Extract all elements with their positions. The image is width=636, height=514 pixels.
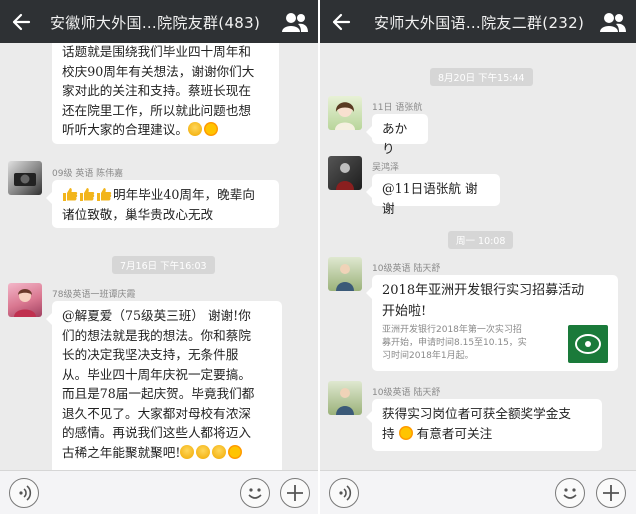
link-description: 亚洲开发银行2018年第一次实习招 募开始，申请时间8.15至10.15，实 习… [382, 324, 552, 363]
message-line: 校庆90周年有关想法，谢谢你们大 [62, 63, 255, 79]
message-bubble[interactable]: @11日语张航 谢谢 [366, 174, 500, 216]
message-line: @解夏爱（75级英三班） 谢谢!你 [62, 308, 251, 323]
timestamp-divider: 8月20日 下午15:44 [430, 68, 533, 86]
cartoon-girl-icon [335, 102, 355, 130]
thumbs-up-icon [63, 188, 78, 201]
more-button[interactable] [280, 478, 310, 508]
thumbs-up-icon [97, 188, 112, 201]
emoji-button[interactable] [240, 478, 270, 508]
link-desc-line: 募开始，申请时间8.15至10.15，实 [382, 338, 527, 348]
right-input-bar [320, 470, 636, 514]
message-bubble[interactable]: 话题就是围绕我们毕业四十周年和 校庆90周年有关想法，谢谢你们大 家对此的关注和… [52, 43, 279, 144]
voice-icon [339, 485, 352, 501]
emoji-button[interactable] [555, 478, 585, 508]
chat-title: 安徽师大外国…院院友群(483) [50, 14, 261, 32]
back-arrow-icon[interactable] [330, 11, 352, 33]
avatar[interactable] [328, 96, 362, 130]
back-arrow-icon[interactable] [10, 11, 32, 33]
sender-name: 11日 语张航 [372, 103, 423, 113]
message-line: あかり [382, 121, 408, 156]
message-line: 获得实习岗位者可获全额奖学金支 [382, 406, 571, 421]
sender-name: 10级英语 陆天舒 [372, 264, 441, 274]
left-chat-window: 安徽师大外国…院院友群(483) 话题就是围绕我们毕业四十周年和 校庆90周年有… [0, 0, 318, 514]
message-bubble[interactable]: 获得实习岗位者可获全额奖学金支 持 有意者可关注 [366, 399, 602, 451]
avatar[interactable] [8, 283, 42, 317]
avatar[interactable] [328, 156, 362, 190]
message-line: 古稀之年能聚就聚吧! [62, 444, 181, 460]
right-chat-window: 安师大外国语…院友二群(232) 8月20日 下午15:44 11日 语张航 あ… [320, 0, 636, 514]
avatar[interactable] [8, 161, 42, 195]
message-line: 们的想法就是我的想法。你和蔡院 [62, 327, 251, 343]
smiley-icon [248, 488, 262, 499]
chat-title: 安师大外国语…院友二群(232) [374, 14, 585, 32]
voice-icon [19, 485, 32, 501]
group-members-icon[interactable] [282, 11, 308, 33]
link-card[interactable]: 2018年亚洲开发银行实习招募活动 开始啦! 亚洲开发银行2018年第一次实习招… [366, 275, 618, 371]
message-line: 听听大家的合理建议。 [62, 122, 188, 137]
person-photo-icon [336, 163, 354, 190]
message-line: 话题就是围绕我们毕业四十周年和 [62, 44, 251, 59]
voice-button[interactable] [329, 478, 359, 508]
message-line: 家对此的关注和支持。蔡班长现在 [62, 83, 251, 98]
avatar[interactable] [328, 381, 362, 415]
message-line: 退久不见了。大家都对母校有浓深 [62, 405, 251, 421]
adb-logo-icon [575, 334, 601, 354]
message-line: @11日语张航 谢谢 [382, 181, 478, 216]
grin-emoji-icon [180, 444, 195, 459]
message-line: 从。毕业四十周年庆祝一定要搞。 [62, 366, 251, 382]
smile-emoji-icon [187, 122, 202, 136]
plus-icon [603, 485, 619, 501]
smiley-icon [563, 488, 577, 499]
left-message-list[interactable]: 话题就是围绕我们毕业四十周年和 校庆90周年有关想法，谢谢你们大 家对此的关注和… [0, 43, 318, 470]
message-line: 有意者可关注 [416, 425, 493, 441]
sun-emoji-icon [203, 122, 218, 136]
victory-hand-emoji-icon [228, 444, 243, 459]
link-title-line: 2018年亚洲开发银行实习招募活动 [382, 283, 585, 298]
message-bubble[interactable]: あかり [366, 114, 428, 156]
message-bubble[interactable]: @解夏爱（75级英三班） 谢谢!你 们的想法就是我的想法。你和蔡院 长的决定我坚… [46, 301, 282, 470]
message-line: 的感情。再说我们这些人都将迈入 [62, 425, 251, 440]
person-photo-icon [14, 289, 36, 317]
right-message-list[interactable]: 8月20日 下午15:44 11日 语张航 あかり 吴鸿泽 @11日语张航 谢谢… [320, 43, 636, 470]
sender-name: 78级英语一班谭庆霞 [52, 290, 136, 300]
voice-button[interactable] [9, 478, 39, 508]
link-thumbnail [568, 325, 608, 363]
left-topbar: 安徽师大外国…院院友群(483) [0, 0, 318, 43]
sender-name: 吴鸿泽 [372, 163, 400, 173]
message-line: 诸位致敬，巢华贵改心无改 [62, 206, 214, 222]
grin-emoji-icon [196, 444, 211, 459]
message-line: 而且是78届一起庆贺。毕竟我们都 [62, 386, 255, 401]
person-photo-icon [336, 388, 354, 415]
left-input-bar [0, 470, 318, 514]
message-line: 长的决定我坚决支持，无条件服 [62, 347, 239, 362]
link-desc-line: 亚洲开发银行2018年第一次实习招 [382, 325, 522, 335]
link-desc-line: 习时间2018年1月起。 [382, 351, 474, 361]
grin-emoji-icon [212, 444, 227, 459]
message-line: 持 [382, 425, 395, 441]
message-bubble[interactable]: 明年毕业40周年，晚辈向 诸位致敬，巢华贵改心无改 [46, 180, 279, 228]
person-photo-icon [336, 264, 354, 291]
victory-hand-emoji-icon [398, 425, 413, 440]
sender-name: 09级 英语 陈伟嘉 [52, 169, 124, 179]
thumbs-up-icon [80, 188, 95, 201]
avatar[interactable] [328, 257, 362, 291]
timestamp-divider: 周一 10:08 [448, 231, 514, 249]
right-topbar: 安师大外国语…院友二群(232) [320, 0, 636, 43]
message-line: 还在院里工作，所以就此问题也想 [62, 102, 251, 118]
sender-name: 10级英语 陆天舒 [372, 388, 441, 398]
message-line: 明年毕业40周年，晚辈向 [113, 187, 255, 202]
link-title-line: 开始啦! [382, 304, 427, 319]
group-members-icon[interactable] [600, 11, 626, 33]
camera-icon [14, 173, 36, 186]
plus-icon [287, 485, 303, 501]
timestamp-divider: 7月16日 下午16:03 [112, 256, 215, 274]
more-button[interactable] [596, 478, 626, 508]
